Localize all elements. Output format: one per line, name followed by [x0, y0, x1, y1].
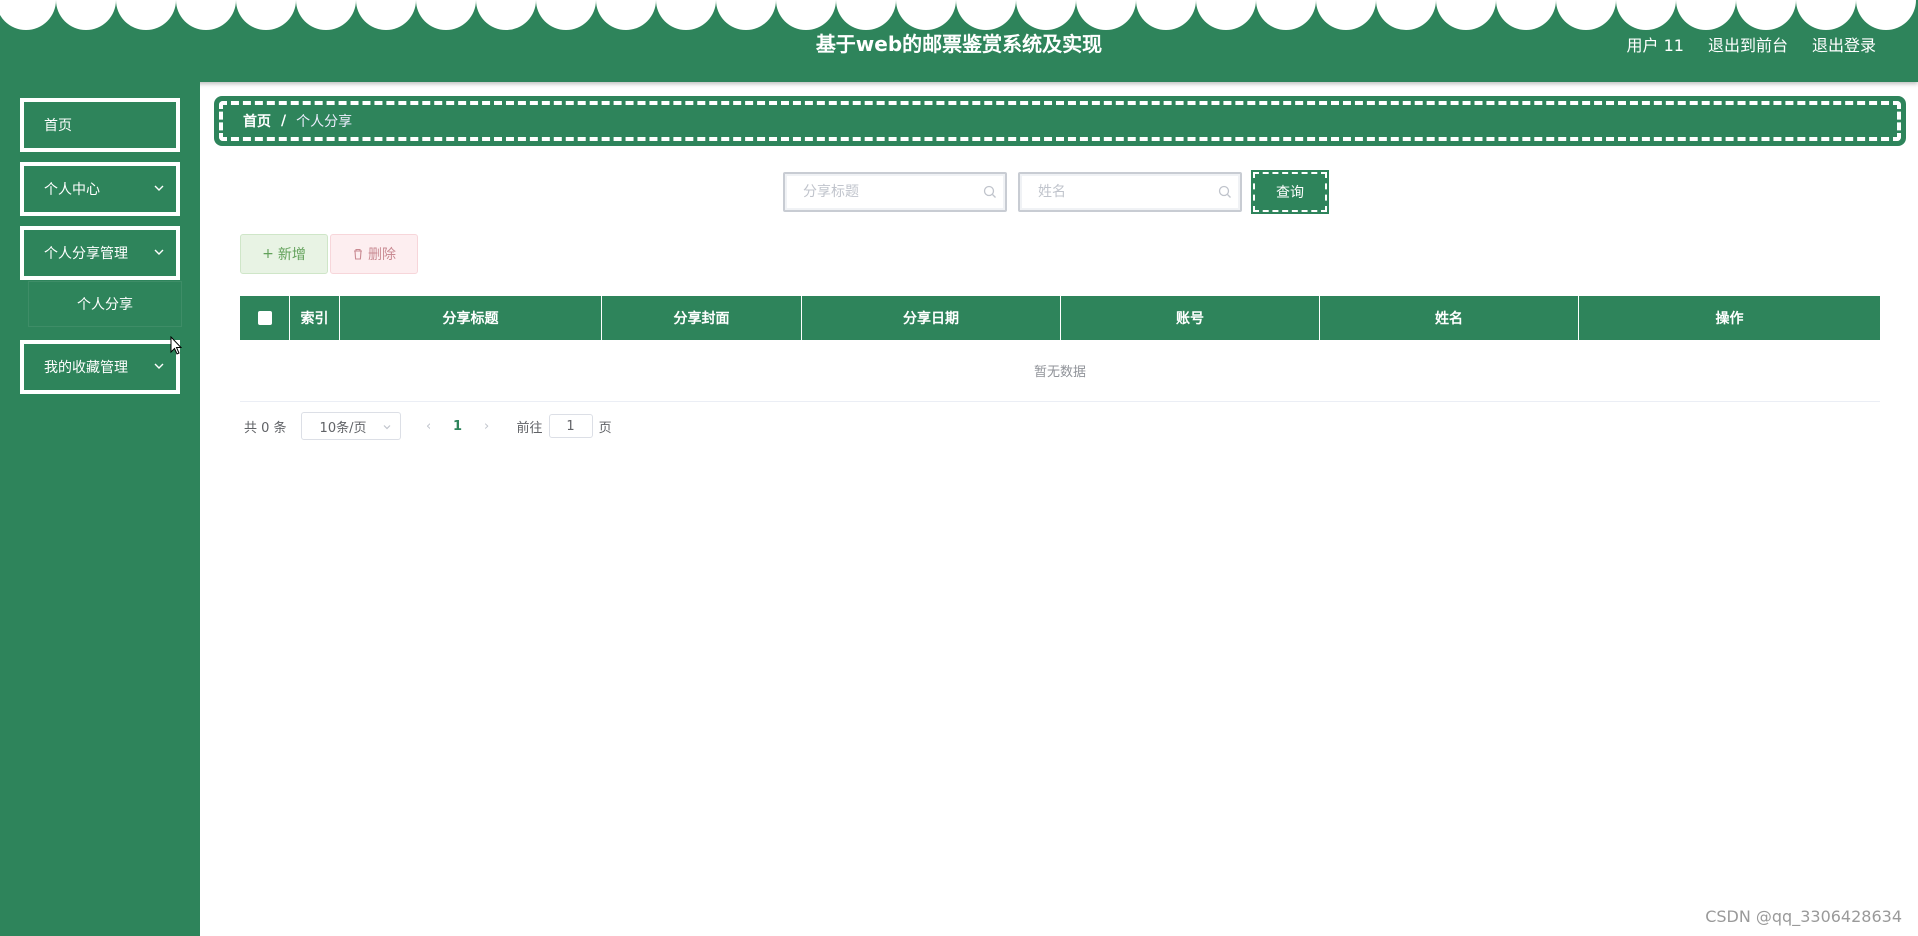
goto-page-input[interactable]	[548, 414, 593, 438]
sidebar-item-home[interactable]: 首页	[20, 98, 180, 152]
breadcrumb-home[interactable]: 首页	[243, 111, 271, 131]
sidebar-subitem-personal-share[interactable]: 个人分享	[29, 282, 181, 326]
query-button[interactable]: 查询	[1251, 170, 1329, 214]
breadcrumb-current: 个人分享	[296, 114, 353, 130]
sidebar-item-label: 个人分享管理	[44, 246, 128, 262]
select-all-checkbox[interactable]	[257, 311, 272, 325]
share-title-search[interactable]	[783, 172, 1007, 212]
chevron-down-icon	[154, 185, 164, 191]
share-title-input[interactable]	[789, 178, 979, 206]
page-size-select[interactable]: 10条/页	[300, 412, 401, 440]
breadcrumb: 首页 / 个人分享	[214, 96, 1906, 146]
chevron-down-icon	[154, 249, 164, 255]
plus-icon: +	[262, 246, 274, 262]
breadcrumb-inner: 首页 / 个人分享	[219, 101, 1901, 141]
breadcrumb-separator: /	[281, 113, 287, 129]
sidebar-item-label: 个人分享	[77, 297, 133, 313]
trash-icon	[354, 248, 362, 260]
select-all-cell	[240, 296, 290, 340]
page: 基于web的邮票鉴赏系统及实现 用户 11 退出到前台 退出登录 首页 个人中心…	[0, 0, 1918, 936]
column-header: 分享日期	[802, 296, 1061, 340]
pagination-total: 共 0 条	[244, 420, 287, 436]
sidebar: 首页 个人中心 个人分享管理 个人分享 我的收藏管理	[0, 82, 200, 936]
user-menu[interactable]: 用户 11	[1627, 32, 1684, 56]
page-size-value: 10条/页	[319, 420, 367, 436]
goto-label: 前往	[516, 420, 543, 436]
sidebar-item-label: 个人中心	[44, 182, 100, 198]
sidebar-item-personal-center[interactable]: 个人中心	[20, 162, 180, 216]
column-header: 账号	[1061, 296, 1320, 340]
column-header: 姓名	[1320, 296, 1579, 340]
to-front-link[interactable]: 退出到前台	[1708, 32, 1788, 56]
search-icon	[1218, 185, 1231, 198]
page-suffix: 页	[598, 420, 612, 436]
delete-button-label: 删除	[368, 247, 396, 263]
delete-button[interactable]: 删除	[330, 234, 418, 274]
data-table: 索引 分享标题 分享封面 分享日期 账号 姓名 操作 暂无数据	[240, 296, 1880, 402]
name-input[interactable]	[1024, 178, 1214, 206]
name-search[interactable]	[1018, 172, 1242, 212]
search-icon	[983, 185, 996, 198]
chevron-down-icon	[154, 363, 164, 369]
next-page-button[interactable]: ›	[473, 419, 501, 434]
top-header: 基于web的邮票鉴赏系统及实现 用户 11 退出到前台 退出登录	[0, 0, 1918, 82]
chevron-down-icon	[383, 425, 390, 430]
column-header: 分享封面	[602, 296, 802, 340]
header-links: 用户 11 退出到前台 退出登录	[1627, 32, 1876, 56]
mouse-cursor-icon	[170, 336, 182, 355]
logout-link[interactable]: 退出登录	[1812, 32, 1876, 56]
column-header: 操作	[1715, 311, 1744, 327]
sidebar-item-label: 我的收藏管理	[44, 360, 128, 376]
pagination: 共 0 条 10条/页 ‹ 1 › 前往 页	[244, 412, 612, 440]
column-header: 索引	[290, 296, 340, 340]
table-header: 索引 分享标题 分享封面 分享日期 账号 姓名 操作	[240, 296, 1880, 340]
sidebar-item-label: 首页	[44, 118, 72, 134]
empty-state: 暂无数据	[240, 340, 1880, 402]
column-header: 分享标题	[340, 296, 602, 340]
add-button-label: 新增	[277, 247, 306, 263]
add-button[interactable]: + 新增	[240, 234, 328, 274]
watermark: CSDN @qq_3306428634	[1705, 907, 1902, 926]
page-number[interactable]: 1	[443, 419, 473, 434]
page-jumper: 前往 页	[517, 414, 612, 438]
sidebar-item-favorites-management[interactable]: 我的收藏管理	[20, 340, 180, 394]
sidebar-item-share-management[interactable]: 个人分享管理	[20, 226, 180, 280]
prev-page-button[interactable]: ‹	[415, 419, 443, 434]
